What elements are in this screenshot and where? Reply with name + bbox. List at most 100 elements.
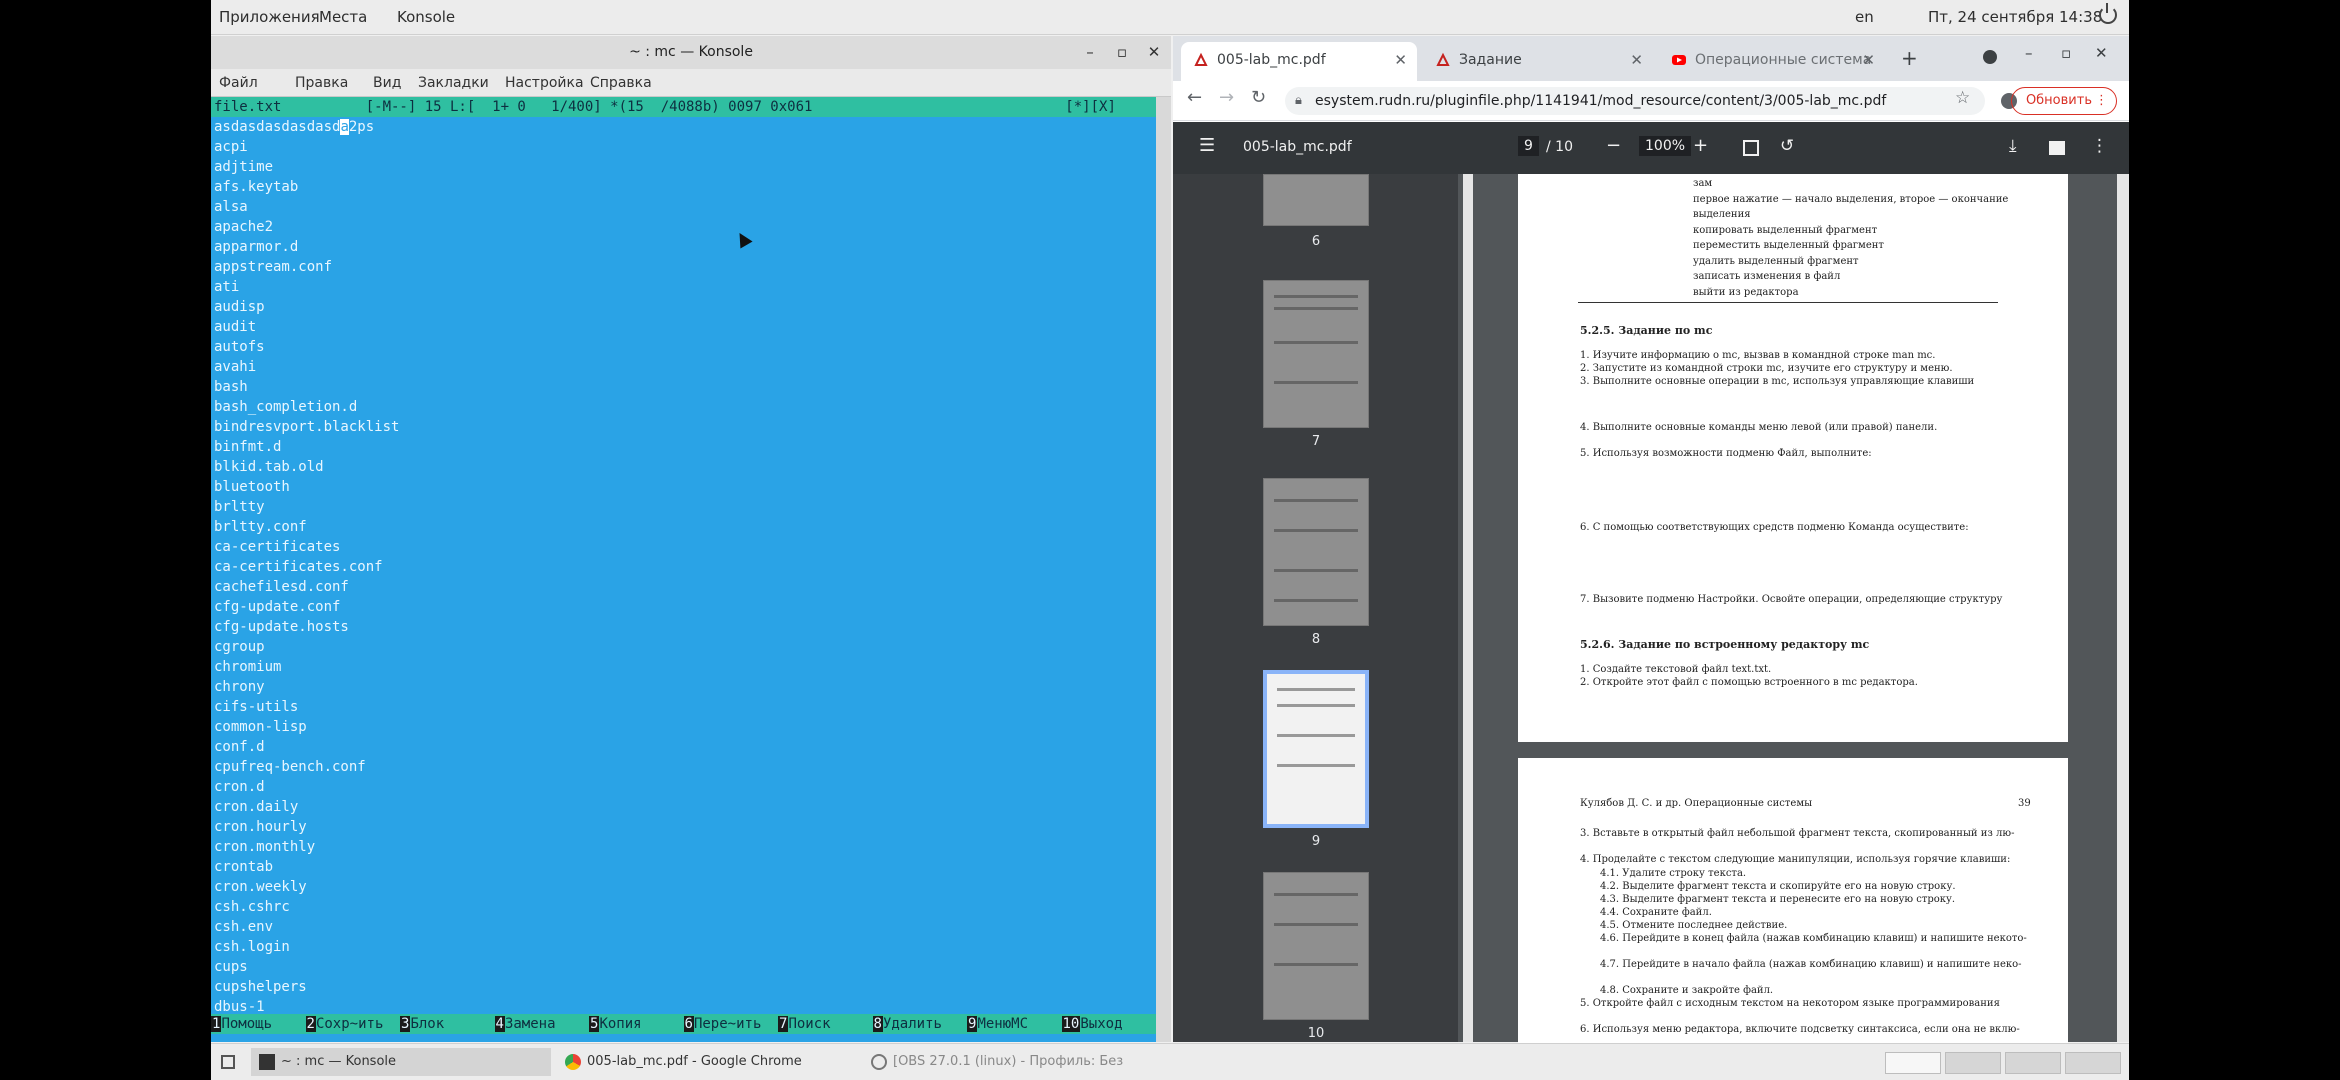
fit-page-icon[interactable]: [1743, 140, 1759, 156]
maximize-icon[interactable]: ▫: [2061, 44, 2071, 62]
task-konsole[interactable]: ~ : mc — Konsole: [251, 1048, 551, 1076]
task-label: ~ : mc — Konsole: [281, 1054, 397, 1069]
places-menu[interactable]: Места: [319, 8, 367, 26]
back-icon[interactable]: ←: [1187, 87, 1202, 108]
new-tab-button[interactable]: +: [1901, 46, 1918, 70]
pdf-text-line: 5.2.6. Задание по встроенному редактору …: [1580, 638, 1870, 651]
menu-settings[interactable]: Настройка: [505, 75, 584, 91]
reload-icon[interactable]: ↻: [1251, 87, 1266, 108]
pdf-page-10: Кулябов Д. С. и др. Операционные системы…: [1518, 758, 2068, 1048]
zoom-out-icon[interactable]: −: [1606, 135, 1621, 156]
screen: Приложения Места Konsole en Пт, 24 сентя…: [211, 0, 2129, 1080]
tab-youtube[interactable]: Операционные система ✕: [1659, 42, 1885, 81]
update-button[interactable]: Обновить ⋮: [2010, 87, 2117, 115]
lock-icon[interactable]: 🔒︎: [1295, 87, 1302, 115]
editor-line: acpi: [214, 139, 248, 155]
fkey-number: 3: [400, 1016, 411, 1032]
tab-close-icon[interactable]: ✕: [1394, 42, 1407, 78]
fkey-8[interactable]: 8Удалить: [872, 1014, 942, 1034]
thumbnail-page-6[interactable]: [1263, 174, 1369, 226]
workspace-4[interactable]: [2065, 1052, 2121, 1074]
hamburger-menu-icon[interactable]: ☰: [1199, 135, 1215, 156]
minimize-icon[interactable]: –: [1075, 36, 1105, 69]
maximize-icon[interactable]: ▫: [1107, 36, 1137, 69]
print-icon[interactable]: [2049, 141, 2065, 155]
document-scrollbar[interactable]: [2117, 174, 2129, 1042]
thumbnail-page-7[interactable]: [1263, 280, 1369, 428]
editor-line: bash_completion.d: [214, 399, 358, 415]
tab-close-icon[interactable]: ✕: [1862, 42, 1875, 78]
task-obs[interactable]: [OBS 27.0.1 (linux) - Профиль: Без: [863, 1048, 1163, 1076]
pdf-text-line: 5. Используя возможности подменю Файл, в…: [1580, 448, 1872, 459]
power-icon[interactable]: [2099, 3, 2117, 24]
more-actions-icon[interactable]: ⋮: [2091, 136, 2108, 156]
fkey-5[interactable]: 5Копия: [589, 1014, 642, 1034]
tab-close-icon[interactable]: ✕: [1630, 42, 1643, 78]
menu-bookmarks[interactable]: Закладки: [418, 75, 489, 91]
zoom-in-icon[interactable]: +: [1693, 135, 1708, 156]
thumbnail-scrollbar[interactable]: [1463, 174, 1473, 1042]
editor-line: autofs: [214, 339, 265, 355]
download-icon[interactable]: ⤓: [2009, 136, 2017, 156]
thumbnail-page-10[interactable]: [1263, 872, 1369, 1020]
fkey-10[interactable]: 10Выход: [1061, 1014, 1123, 1034]
fkey-6[interactable]: 6Пере~ить: [683, 1014, 762, 1034]
konsole-titlebar: ~ : mc — Konsole – ▫ ✕: [211, 36, 1171, 69]
menu-help[interactable]: Справка: [590, 75, 652, 91]
konsole-scrollbar[interactable]: [1156, 97, 1171, 1042]
fkey-number: 7: [778, 1016, 789, 1032]
fkey-9[interactable]: 9МенюMC: [967, 1014, 1028, 1034]
task-chrome[interactable]: 005-lab_mc.pdf - Google Chrome: [557, 1048, 857, 1076]
forward-icon[interactable]: →: [1219, 87, 1234, 108]
editor-line: audisp: [214, 299, 265, 315]
url-field[interactable]: 🔒︎ esystem.rudn.ru/pluginfile.php/114194…: [1285, 87, 1985, 115]
pdf-text-line: 4. Выполните основные команды меню левой…: [1580, 422, 1938, 433]
thumbnail-page-8[interactable]: [1263, 478, 1369, 626]
fkey-number: 1: [211, 1016, 222, 1032]
pdf-text-line: 4.5. Отмените последнее действие.: [1600, 920, 1788, 931]
fkey-label: Пере~ить: [693, 1016, 762, 1032]
thumbnail-number: 10: [1307, 1026, 1325, 1041]
page-number-input[interactable]: 9: [1518, 136, 1539, 156]
bookmark-star-icon[interactable]: ☆: [1955, 88, 1970, 108]
menu-file[interactable]: Файл: [219, 75, 258, 91]
thumbnail-page-9-selected[interactable]: [1263, 670, 1369, 828]
fkey-2[interactable]: 2Сохр~ить: [305, 1014, 383, 1034]
zoom-level-input[interactable]: 100%: [1639, 136, 1692, 156]
pdf-text-line: 4.4. Сохраните файл.: [1600, 907, 1712, 918]
workspace-3[interactable]: [2005, 1052, 2061, 1074]
page-total: / 10: [1546, 139, 1573, 155]
thumbnail-sidebar[interactable]: 6 7 8 9 10: [1173, 174, 1473, 1042]
pdf-page-number: 39: [2018, 798, 2031, 809]
minimize-icon[interactable]: –: [2025, 44, 2033, 62]
fkey-4[interactable]: 4Замена: [494, 1014, 556, 1034]
editor-line: csh.login: [214, 939, 290, 955]
fkey-1[interactable]: 1Помощь: [211, 1014, 272, 1034]
menu-edit[interactable]: Правка: [295, 75, 348, 91]
keyboard-layout-indicator[interactable]: en: [1855, 8, 1874, 26]
editor-line: cron.hourly: [214, 819, 307, 835]
close-icon[interactable]: ✕: [1139, 36, 1169, 69]
workspace-2[interactable]: [1945, 1052, 2001, 1074]
fkey-3[interactable]: 3Блок: [400, 1014, 444, 1034]
terminal-area[interactable]: file.txt [-M--] 15 L:[ 1+ 0 1/400] *(15 …: [211, 97, 1156, 1042]
close-icon[interactable]: ✕: [2095, 44, 2108, 62]
editor-text[interactable]: asdasdasdasdasda2ps acpi adjtime afs.keyta…: [214, 117, 399, 1017]
tab-search-icon[interactable]: [1983, 50, 1997, 64]
tab-label: Операционные система: [1695, 52, 1872, 68]
editor-line: ca-certificates: [214, 539, 341, 555]
mc-editor-status-line: file.txt [-M--] 15 L:[ 1+ 0 1/400] *(15 …: [211, 97, 1156, 117]
show-desktop-icon[interactable]: [221, 1055, 235, 1069]
active-app-menu[interactable]: Konsole: [397, 8, 455, 26]
workspace-1[interactable]: [1885, 1052, 1941, 1074]
fkey-7[interactable]: 7Поиск: [778, 1014, 831, 1034]
menu-view[interactable]: Вид: [373, 75, 401, 91]
desktop: Приложения Места Konsole en Пт, 24 сентя…: [0, 0, 2340, 1080]
rotate-icon[interactable]: ↺: [1780, 136, 1794, 156]
tab-pdf[interactable]: 005-lab_mc.pdf ✕: [1181, 42, 1417, 81]
pdf-text-line: первое нажатие — начало выделения, второ…: [1693, 193, 2009, 205]
applications-menu[interactable]: Приложения: [219, 8, 320, 26]
clock[interactable]: Пт, 24 сентября 14:38: [1928, 8, 2102, 26]
editor-line: cron.weekly: [214, 879, 307, 895]
tab-zadanie[interactable]: Задание ✕: [1423, 42, 1653, 81]
